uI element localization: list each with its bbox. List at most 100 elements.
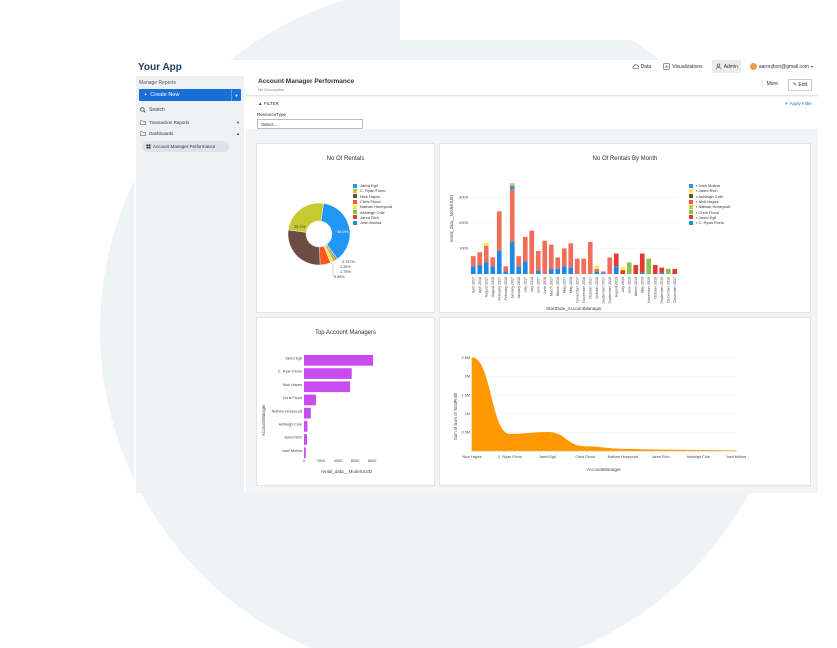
panel-top-account-managers: Top Account Managers Jared Egli C. Ryan F…	[256, 317, 435, 486]
create-new-button[interactable]: + Create New ▼	[139, 89, 241, 101]
area-chart: 0.5M 1M 1.5M 2M 2.5M Nick Hayes C. Ryan Florio…	[453, 356, 747, 472]
x-tick-label: December 2018	[666, 277, 670, 303]
sidebar-item-transaction-reports[interactable]: Transaction Reports ▼	[136, 117, 244, 128]
slice-label: 25.7%	[294, 224, 306, 229]
sidebar-item-label: Dashboards	[149, 131, 174, 136]
bar-segment	[594, 271, 600, 274]
bar-segment	[490, 257, 496, 267]
slice-label: 5.55%	[334, 275, 345, 279]
nav-admin-label: Admin	[723, 63, 738, 70]
bar-segment	[509, 189, 515, 243]
chart-icon	[663, 63, 670, 70]
nav-visualizations[interactable]: Visualizations	[660, 60, 705, 73]
bar-segment	[522, 236, 528, 262]
legend-label: Chris Flood	[360, 199, 381, 205]
bar-segment	[613, 253, 619, 267]
bar-segment	[470, 266, 476, 274]
bar-segment	[535, 270, 541, 274]
y-axis-label: AccountManager	[261, 404, 266, 436]
legend-swatch	[689, 199, 693, 204]
bar-segment	[639, 272, 645, 274]
legend-label: Ashleigh Cole	[360, 209, 385, 215]
nav-admin[interactable]: Admin	[711, 60, 741, 73]
filter-toggle[interactable]: ▲ FILTER	[258, 101, 279, 106]
x-tick-label: June 2019	[627, 277, 631, 294]
apply-filter-button[interactable]: ✔ Apply Filter	[785, 101, 812, 107]
x-axis-label: StartDate_AccountManager	[546, 306, 602, 311]
legend-swatch	[689, 183, 693, 188]
legend-label: r Nick Hayes	[696, 199, 719, 205]
x-tick-label: Josh Molina	[726, 455, 747, 459]
chevron-down-icon: ▼	[236, 120, 240, 125]
bar	[304, 421, 308, 432]
bar	[304, 355, 374, 366]
bar-segment	[659, 267, 665, 273]
bar	[304, 447, 306, 459]
bar-segment	[600, 272, 606, 274]
legend-item[interactable]: Josh Molina	[353, 220, 392, 225]
legend-swatch	[689, 220, 693, 225]
nav-data-label: Data	[640, 63, 652, 70]
x-tick-label: C. Ryan Florio	[498, 455, 522, 459]
bar-segment	[548, 268, 554, 274]
bar-segment	[542, 240, 548, 274]
bar-segment	[548, 244, 554, 269]
bar-segment	[470, 256, 476, 267]
sidebar-item-account-manager-performance[interactable]: Account Manager Performance	[142, 141, 229, 152]
legend-swatch	[353, 194, 357, 199]
resource-type-select[interactable]: Select...	[257, 119, 363, 129]
y-tick-label: Josh Molina	[282, 449, 303, 453]
x-tick-label: October 2019	[653, 277, 657, 299]
sidebar-item-dashboards[interactable]: Dashboards ▲	[136, 128, 244, 139]
chevron-down-icon: ▾	[810, 64, 813, 69]
x-tick-label: 2000	[317, 459, 325, 463]
user-icon	[715, 63, 721, 70]
user-email: aaronjhon@gmail.com	[758, 63, 809, 70]
x-tick-label: May 2018	[569, 277, 573, 293]
edit-button[interactable]: ✎ Edit	[787, 79, 812, 91]
pie-legend: Jared Egli C. Ryan Florio Nick Hayes Chris …	[353, 183, 392, 225]
pie-chart: 38.0% 25.7% 5.55%1.75%1.26%0.757%	[287, 202, 356, 279]
y-tick-label: 2000	[459, 220, 469, 225]
bar-segment	[529, 230, 535, 274]
sidebar-search[interactable]: Search	[136, 101, 244, 117]
bar-segment	[555, 257, 561, 269]
bar-segment	[561, 266, 567, 274]
more-icon: ⋮	[760, 81, 766, 87]
bar-segment	[581, 258, 587, 274]
user-menu[interactable]: aaronjhon@gmail.com ▾	[747, 60, 816, 73]
legend-label: Jared Egli	[360, 183, 378, 189]
x-tick-label: November 2018	[582, 277, 586, 303]
x-tick-label: March 2017	[549, 277, 553, 296]
nav-data[interactable]: Data	[629, 60, 655, 73]
slice-label: 1.75%	[340, 270, 351, 274]
app-brand: Your App	[138, 62, 182, 73]
x-tick-label: Jared Rich	[651, 455, 669, 459]
legend-item[interactable]: r C. Ryan Florio	[689, 220, 730, 225]
legend-swatch	[689, 188, 693, 193]
caret-down-icon[interactable]: ▼	[231, 89, 241, 101]
bar-segment	[594, 265, 600, 269]
x-tick-label: July 2017	[523, 277, 527, 292]
panel-no-of-rentals-by-month: No Of Rentals By Month 1000 2000 3000 renta…	[439, 143, 811, 313]
x-tick-label: Jared Egli	[539, 455, 556, 459]
bar-segment	[509, 183, 515, 186]
legend-swatch	[353, 220, 357, 225]
x-tick-label: 0	[303, 459, 305, 463]
y-axis-label: Sum of Sum of TotalProfit	[453, 392, 458, 440]
x-tick-label: June 2017	[536, 277, 540, 294]
more-button[interactable]: ⋮ More	[760, 81, 778, 87]
bar-segment	[516, 256, 522, 267]
bar-segment	[483, 262, 489, 274]
bar-segment	[626, 262, 632, 274]
bar-segment	[600, 271, 606, 273]
legend-swatch	[353, 199, 357, 204]
stacked-bar-chart: 1000 2000 3000 rental_data__ModelUUID April …	[449, 183, 678, 311]
edit-label: Edit	[798, 82, 807, 88]
bar-segment	[477, 252, 483, 266]
x-tick-label: July 2018	[530, 277, 534, 292]
legend-label: r Jared Rich	[696, 188, 718, 194]
bar-segment	[568, 243, 574, 268]
bar-segment	[509, 242, 515, 274]
bar	[304, 434, 307, 445]
